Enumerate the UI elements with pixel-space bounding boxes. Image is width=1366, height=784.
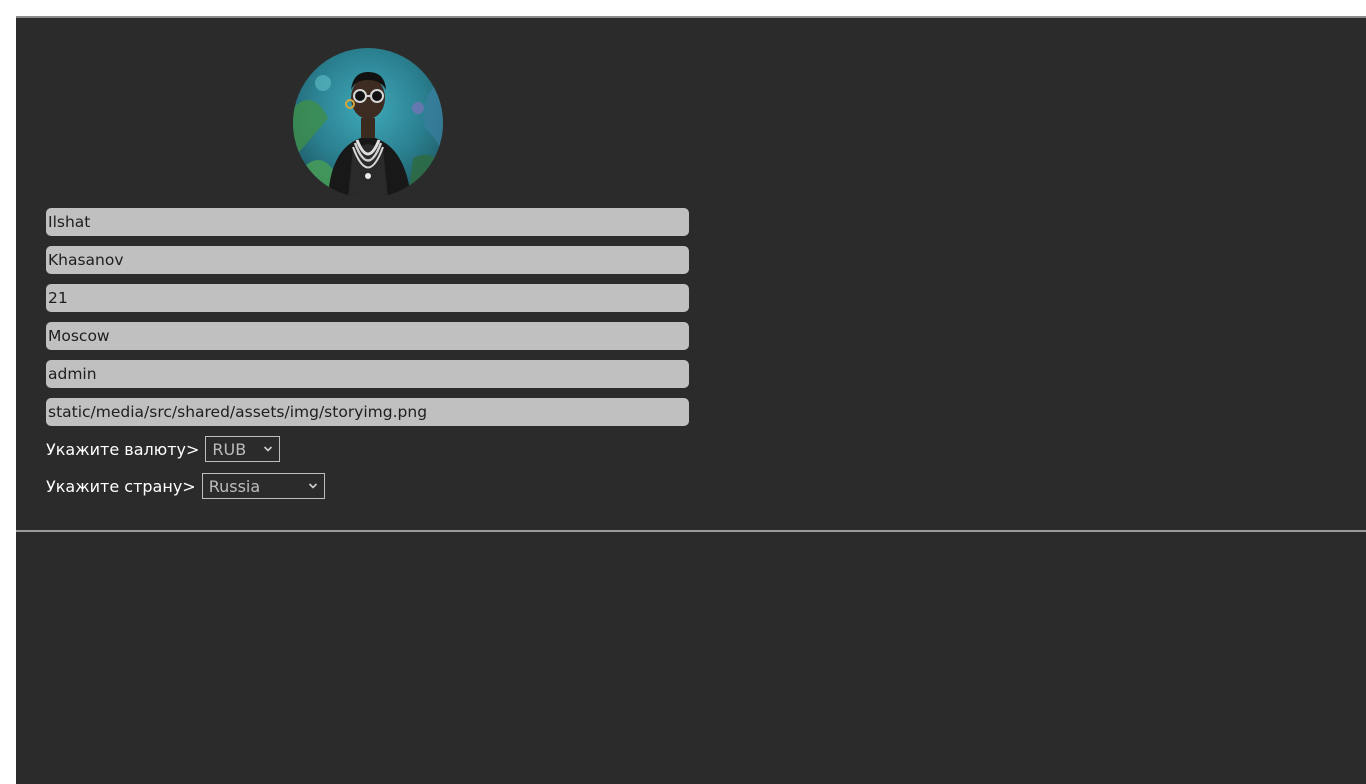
country-label: Укажите страну> <box>46 476 196 496</box>
avatar <box>293 48 443 198</box>
country-row: Укажите страну> Russia <box>46 473 325 499</box>
country-selected-value: Russia <box>208 476 261 496</box>
currency-selected-value: RUB <box>212 439 247 459</box>
country-select[interactable]: Russia <box>201 473 325 499</box>
age-input[interactable] <box>46 284 689 312</box>
avatar-image <box>293 48 443 198</box>
first-name-input[interactable] <box>46 208 689 236</box>
avatar-url-input[interactable] <box>46 398 689 426</box>
profile-card: Укажите валюту> RUB Укажите страну> Russ… <box>16 18 1366 532</box>
username-input[interactable] <box>46 360 689 388</box>
currency-label: Укажите валюту> <box>46 439 200 459</box>
currency-select[interactable]: RUB <box>205 436 281 462</box>
chevron-down-icon <box>308 483 317 489</box>
last-name-input[interactable] <box>46 246 689 274</box>
city-input[interactable] <box>46 322 689 350</box>
currency-row: Укажите валюту> RUB <box>46 436 281 462</box>
chevron-down-icon <box>264 446 273 452</box>
page-container: Укажите валюту> RUB Укажите страну> Russ… <box>16 16 1366 784</box>
